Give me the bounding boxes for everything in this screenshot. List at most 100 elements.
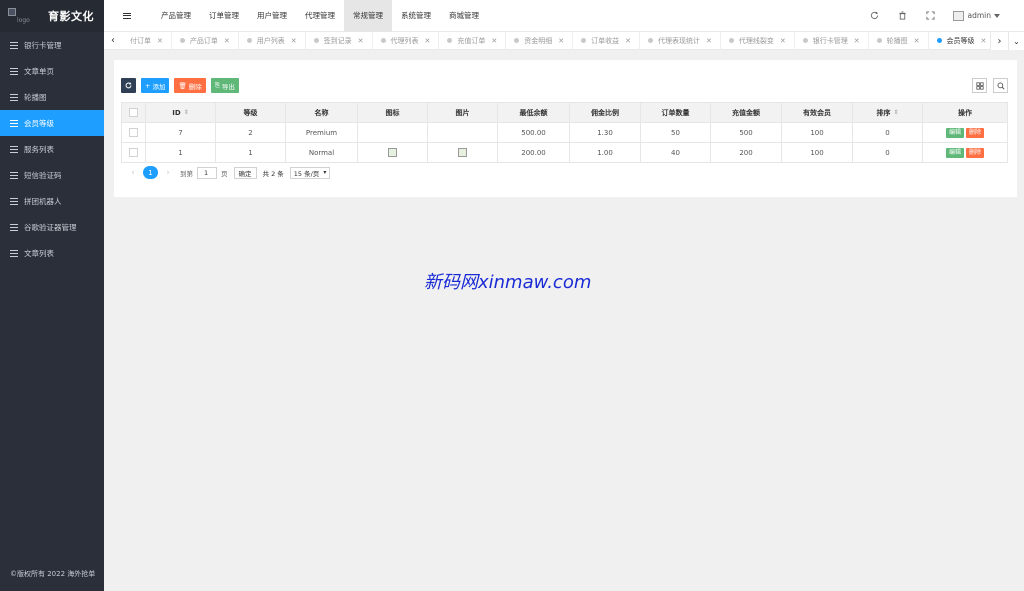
export-button[interactable]: ⎘ 导出 [210,78,239,93]
col-label: 充值金额 [732,108,760,117]
sidebar-item-label: 服务列表 [24,144,54,154]
columns-toggle-button[interactable] [972,78,987,93]
tab-product-orders[interactable]: 产品订单 ✕ [172,31,239,50]
close-icon[interactable]: ✕ [706,37,712,45]
sidebar-item-label: 文章单页 [24,66,54,76]
goto-label: 到第 [180,169,193,178]
row-select-cell[interactable] [121,142,146,163]
close-icon[interactable]: ✕ [981,37,987,45]
top-nav-general[interactable]: 常规管理 [344,0,392,32]
broken-image-icon[interactable] [458,148,467,157]
chevron-right-icon[interactable]: › [162,168,174,178]
chevron-left-icon[interactable]: ‹ [127,168,139,178]
tab-recharge-orders[interactable]: 充值订单 ✕ [439,31,507,50]
top-nav-products[interactable]: 产品管理 [152,0,200,32]
sidebar-item-carousel[interactable]: 轮播图 [0,84,104,110]
refresh-icon[interactable] [861,0,889,32]
close-icon[interactable]: ✕ [780,37,786,45]
tab-label: 代理列表 [390,36,419,45]
close-icon[interactable]: ✕ [291,37,297,45]
goto-page-input[interactable]: 1 [197,166,217,179]
user-name[interactable]: admin [968,11,992,20]
top-nav-mall[interactable]: 商城管理 [440,0,488,32]
tab-agent-stats[interactable]: 代理表现统计 ✕ [640,31,721,50]
broken-image-icon[interactable] [388,148,397,157]
menu-toggle-button[interactable] [114,0,140,32]
tab-label: 签到记录 [323,36,352,45]
close-icon[interactable]: ✕ [558,37,564,45]
close-icon[interactable]: ✕ [425,37,431,45]
edit-button[interactable]: 编辑 [945,127,964,138]
tab-funds-detail[interactable]: 资金明细 ✕ [506,31,574,50]
sidebar-item-member-levels[interactable]: 会员等级 [0,110,104,136]
sort-icon[interactable]: ⇕ [893,109,898,116]
refresh-button[interactable] [121,78,136,93]
fullscreen-icon[interactable] [917,0,945,32]
sidebar-item-bank-cards[interactable]: 银行卡管理 [0,32,104,58]
export-button-label: 导出 [221,82,235,91]
close-icon[interactable]: ✕ [854,37,860,45]
header-select-all[interactable] [121,102,146,123]
col-label: 名称 [314,108,329,117]
sidebar-item-article-pages[interactable]: 文章单页 [0,58,104,84]
sort-icon[interactable]: ⇕ [184,109,189,116]
tab-agent-list[interactable]: 代理列表 ✕ [373,31,440,50]
edit-button[interactable]: 编辑 [945,147,964,158]
cell-commission: 1.00 [569,142,641,163]
refresh-icon [125,82,132,89]
col-id[interactable]: ID ⇕ [145,102,216,123]
col-sort[interactable]: 排序 ⇕ [852,102,923,123]
tab-member-levels[interactable]: 会员等级 ✕ [929,32,989,50]
top-nav-system[interactable]: 系统管理 [392,0,440,32]
sidebar-item-articles[interactable]: 文章列表 [0,240,104,266]
cell-icon [357,142,428,163]
main-panel: + 添加 🗑 删除 ⎘ 导出 ID ⇕ 等级 名称 图标 图片 最低余额 佣金比… [114,60,1017,197]
sidebar-item-services[interactable]: 服务列表 [0,136,104,162]
avatar[interactable] [952,10,964,21]
row-checkbox[interactable] [129,128,138,137]
sidebar-item-google-auth[interactable]: 谷歌验证器管理 [0,214,104,240]
row-checkbox[interactable] [129,148,138,157]
tab-scroll-right-button[interactable]: › [990,32,1008,50]
add-button[interactable]: + 添加 [141,78,170,93]
cell-commission: 1.30 [569,122,641,143]
row-select-cell[interactable] [121,122,146,143]
sidebar-item-group-bots[interactable]: 拼团机器人 [0,188,104,214]
tab-order-earnings[interactable]: 订单收益 ✕ [573,31,640,50]
top-nav-agents[interactable]: 代理管理 [296,0,344,32]
col-label: 操作 [958,108,972,117]
search-toggle-button[interactable] [993,78,1008,93]
tab-user-list[interactable]: 用户列表 ✕ [239,31,306,50]
close-icon[interactable]: ✕ [224,37,230,45]
tab-checkin-records[interactable]: 签到记录 ✕ [306,31,373,50]
page-size-select[interactable]: 15 条/页 ▾ [289,166,331,179]
delete-button[interactable]: 删除 [966,127,985,138]
sidebar-item-sms-codes[interactable]: 短信验证码 [0,162,104,188]
select-all-checkbox[interactable] [129,108,138,117]
tab-menu-button[interactable]: ⌄ [1008,32,1024,50]
table-toolbar: + 添加 🗑 删除 ⎘ 导出 [121,78,239,93]
chevron-down-icon[interactable] [994,13,1000,18]
tab-bank-cards[interactable]: 银行卡管理 ✕ [795,31,869,50]
tab-agent-fission[interactable]: 代理线裂变 ✕ [721,31,795,50]
tab-scroll-left-button[interactable]: ‹ [104,32,122,50]
close-icon[interactable]: ✕ [625,37,631,45]
close-icon[interactable]: ✕ [157,37,163,45]
page-current[interactable]: 1 [143,166,158,179]
tab-dot-icon [581,38,587,43]
tab-dot-icon [246,38,252,43]
tab-dot-icon [179,38,185,43]
top-nav-orders[interactable]: 订单管理 [200,0,248,32]
delete-button[interactable]: 删除 [966,147,985,158]
bulk-delete-button[interactable]: 🗑 删除 [174,78,206,93]
close-icon[interactable]: ✕ [358,37,364,45]
col-label: 排序 [876,108,891,117]
trash-icon[interactable] [889,0,917,32]
top-nav-users[interactable]: 用户管理 [248,0,296,32]
close-icon[interactable]: ✕ [914,37,920,45]
tab-carousel[interactable]: 轮播图 ✕ [869,31,929,50]
close-icon[interactable]: ✕ [491,37,497,45]
tab-orders[interactable]: 付订单 ✕ [122,31,172,50]
goto-confirm-button[interactable]: 确定 [233,166,257,179]
tab-bar: ‹ 付订单 ✕ 产品订单 ✕ 用户列表 ✕ 签到记录 ✕ 代理列表 ✕ 充值订单 ✕ 资金明… [104,31,1024,50]
